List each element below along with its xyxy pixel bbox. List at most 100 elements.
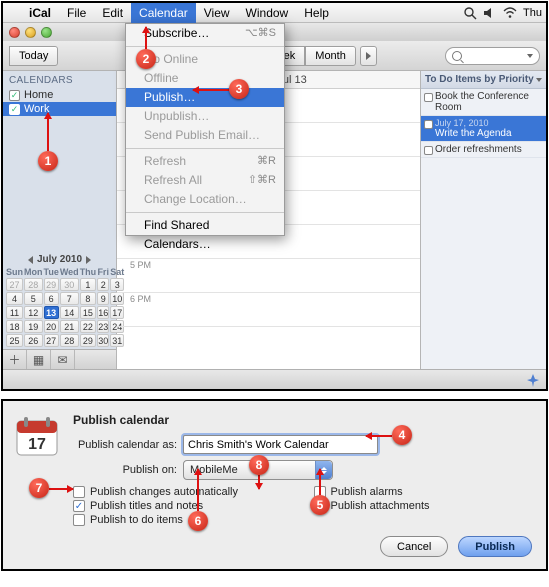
pushpin-icon[interactable] bbox=[526, 373, 540, 387]
day-cell[interactable]: 2 bbox=[97, 278, 109, 291]
menubar-clock[interactable]: Thu bbox=[523, 7, 542, 19]
publish-dialog: 17 Publish calendar Publish calendar as:… bbox=[1, 399, 548, 571]
publish-button[interactable]: Publish bbox=[458, 536, 532, 557]
day-cell[interactable]: 5 bbox=[24, 292, 43, 305]
day-cell[interactable]: 8 bbox=[80, 292, 97, 305]
day-cell[interactable]: 23 bbox=[97, 320, 109, 333]
cb-alarms[interactable]: Publish alarms bbox=[314, 486, 533, 498]
day-cell[interactable]: 27 bbox=[44, 334, 59, 347]
todo-item[interactable]: July 17, 2010 Write the Agenda bbox=[421, 116, 546, 142]
checkbox-icon[interactable]: ✓ bbox=[9, 90, 20, 101]
day-cell[interactable]: 11 bbox=[6, 306, 23, 319]
day-cell[interactable]: 18 bbox=[6, 320, 23, 333]
day-cell[interactable]: 12 bbox=[24, 306, 43, 319]
callout-8: 8 bbox=[249, 455, 269, 475]
show-notifications-button[interactable]: ✉ bbox=[51, 350, 75, 369]
chevron-down-icon bbox=[527, 54, 533, 58]
day-cell[interactable]: 20 bbox=[44, 320, 59, 333]
cancel-button[interactable]: Cancel bbox=[380, 536, 448, 557]
menu-ical[interactable]: iCal bbox=[21, 3, 59, 23]
calendar-name-field[interactable] bbox=[183, 435, 378, 454]
search-field[interactable] bbox=[445, 47, 540, 65]
calendar-app-icon: 17 bbox=[15, 415, 59, 459]
menubar-extras: Thu bbox=[463, 6, 546, 20]
cb-label: Publish alarms bbox=[331, 486, 403, 498]
arrow bbox=[197, 469, 199, 511]
menu-help[interactable]: Help bbox=[296, 3, 337, 23]
day-cell[interactable]: 30 bbox=[60, 278, 79, 291]
prev-month-button[interactable] bbox=[28, 256, 33, 264]
wifi-icon[interactable] bbox=[503, 6, 517, 20]
menu-file[interactable]: File bbox=[59, 3, 94, 23]
cb-titles[interactable]: ✓ Publish titles and notes bbox=[73, 500, 292, 512]
cb-attachments[interactable]: Publish attachments bbox=[314, 500, 533, 512]
day-cell[interactable]: 27 bbox=[6, 278, 23, 291]
cb-label: Publish to do items bbox=[90, 514, 183, 526]
next-button[interactable] bbox=[360, 46, 377, 66]
add-calendar-button[interactable]: ＋ bbox=[3, 350, 27, 369]
checkbox-icon[interactable]: ✓ bbox=[9, 104, 20, 115]
day-cell[interactable]: 4 bbox=[6, 292, 23, 305]
day-cell[interactable]: 13 bbox=[44, 306, 59, 319]
menu-view[interactable]: View bbox=[196, 3, 238, 23]
menu-change-location: Change Location… bbox=[126, 190, 284, 209]
day-cell[interactable]: 29 bbox=[44, 278, 59, 291]
arrow bbox=[366, 435, 392, 437]
sidebar: CALENDARS ✓ Home ✓ Work July 2010 SunMon… bbox=[3, 71, 117, 369]
todo-item[interactable]: Book the Conference Room bbox=[421, 89, 546, 116]
arrow bbox=[258, 475, 260, 489]
mini-month: July 2010 SunMonTueWedThuFriSat272829301… bbox=[3, 250, 116, 349]
day-cell[interactable]: 7 bbox=[60, 292, 79, 305]
day-cell[interactable]: 22 bbox=[80, 320, 97, 333]
sidebar-bottom-bar: ＋ ▦ ✉ bbox=[3, 349, 116, 369]
menu-edit[interactable]: Edit bbox=[94, 3, 131, 23]
cb-todo[interactable]: Publish to do items bbox=[73, 514, 292, 526]
menu-find-shared[interactable]: Find Shared Calendars… bbox=[126, 216, 284, 235]
arrow bbox=[319, 469, 321, 495]
sidebar-item-home[interactable]: ✓ Home bbox=[3, 88, 116, 102]
hour-row[interactable]: 6 PM bbox=[117, 293, 420, 327]
day-cell[interactable]: 28 bbox=[60, 334, 79, 347]
zoom-button[interactable] bbox=[41, 27, 52, 38]
close-button[interactable] bbox=[9, 27, 20, 38]
next-month-button[interactable] bbox=[86, 256, 91, 264]
chevron-down-icon[interactable] bbox=[536, 78, 542, 82]
day-cell[interactable]: 28 bbox=[24, 278, 43, 291]
name-label: Publish calendar as: bbox=[73, 439, 183, 451]
day-cell[interactable]: 21 bbox=[60, 320, 79, 333]
checkbox-icon: ✓ bbox=[73, 500, 85, 512]
cb-label: Publish attachments bbox=[331, 500, 430, 512]
checkbox-icon bbox=[73, 486, 85, 498]
cb-label: Publish titles and notes bbox=[90, 500, 203, 512]
menu-window[interactable]: Window bbox=[238, 3, 297, 23]
day-cell[interactable]: 30 bbox=[97, 334, 109, 347]
menu-offline: Offline bbox=[126, 69, 284, 88]
todo-item[interactable]: Order refreshments bbox=[421, 142, 546, 158]
sidebar-item-work[interactable]: ✓ Work bbox=[3, 102, 116, 116]
sidebar-item-label: Home bbox=[24, 89, 53, 101]
cb-label: Publish changes automatically bbox=[90, 486, 238, 498]
volume-icon[interactable] bbox=[483, 6, 497, 20]
menu-calendar[interactable]: Calendar bbox=[131, 3, 196, 23]
show-mini-month-button[interactable]: ▦ bbox=[27, 350, 51, 369]
day-cell[interactable]: 25 bbox=[6, 334, 23, 347]
view-month[interactable]: Month bbox=[305, 46, 356, 66]
bottom-bar bbox=[3, 369, 546, 389]
day-cell[interactable]: 15 bbox=[80, 306, 97, 319]
day-cell[interactable]: 16 bbox=[97, 306, 109, 319]
day-cell[interactable]: 19 bbox=[24, 320, 43, 333]
spotlight-icon[interactable] bbox=[463, 6, 477, 20]
today-segment: Today bbox=[9, 46, 58, 66]
today-button[interactable]: Today bbox=[9, 46, 58, 66]
day-cell[interactable]: 29 bbox=[80, 334, 97, 347]
day-cell[interactable]: 26 bbox=[24, 334, 43, 347]
hour-label: 5 PM bbox=[117, 259, 155, 292]
hour-row[interactable]: 5 PM bbox=[117, 259, 420, 293]
day-cell[interactable]: 9 bbox=[97, 292, 109, 305]
menu-separator bbox=[126, 212, 284, 213]
day-cell[interactable]: 14 bbox=[60, 306, 79, 319]
day-cell[interactable]: 6 bbox=[44, 292, 59, 305]
minimize-button[interactable] bbox=[25, 27, 36, 38]
checkbox-icon bbox=[73, 514, 85, 526]
day-cell[interactable]: 1 bbox=[80, 278, 97, 291]
